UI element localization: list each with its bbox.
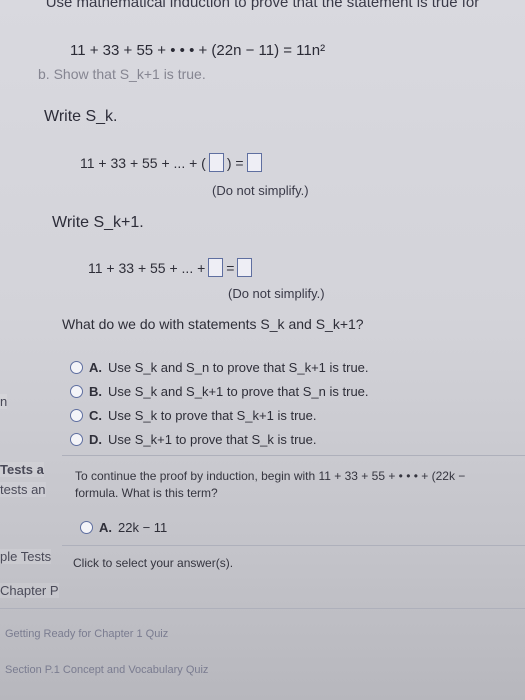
sk-mid: ) = [226, 154, 244, 171]
sk-note: (Do not simplify.) [212, 183, 309, 198]
sk1-sum-input[interactable] [237, 258, 253, 277]
option-d-text: Use S_k+1 to prove that S_k is true. [108, 432, 317, 447]
option-b[interactable]: B. Use S_k and S_k+1 to prove that S_n i… [70, 384, 369, 399]
option-a-text: Use S_k and S_n to prove that S_k+1 is t… [108, 360, 369, 375]
panel-divider-bottom [0, 608, 525, 609]
continue-radio-a[interactable] [80, 521, 93, 534]
continue-text-line1: To continue the proof by induction, begi… [75, 469, 466, 483]
statement-equation: 11 + 33 + 55 + • • • + (22n − 11) = 11n² [70, 42, 326, 59]
continue-option-a-letter: A. [99, 520, 112, 535]
status-divider-top [62, 545, 525, 546]
question-text: What do we do with statements S_k and S_… [62, 316, 364, 332]
option-a-letter: A. [89, 360, 102, 375]
option-b-letter: B. [89, 384, 102, 399]
option-d-letter: D. [89, 432, 102, 447]
sidebar-item-sample-tests[interactable]: ple Tests [0, 549, 52, 564]
sidebar-item-tests[interactable]: Tests a [0, 462, 44, 477]
radio-d[interactable] [70, 433, 83, 446]
sk-term-input[interactable] [208, 153, 224, 172]
sidebar-item-n[interactable]: n [0, 394, 8, 409]
option-c-text: Use S_k to prove that S_k+1 is true. [108, 408, 317, 423]
continue-text-line2: formula. What is this term? [75, 486, 218, 500]
option-c-letter: C. [89, 408, 102, 423]
status-text: Click to select your answer(s). [73, 556, 234, 570]
quiz-link-section-p1[interactable]: Section P.1 Concept and Vocabulary Quiz [5, 664, 208, 676]
sk-equation: 11 + 33 + 55 + ... + ( ) = [80, 153, 262, 172]
sidebar-item-tests-and[interactable]: tests an [0, 482, 46, 497]
option-c[interactable]: C. Use S_k to prove that S_k+1 is true. [70, 408, 316, 423]
sk1-term-input[interactable] [208, 258, 224, 277]
option-a[interactable]: A. Use S_k and S_n to prove that S_k+1 i… [70, 360, 369, 375]
continue-option-a[interactable]: A. 22k − 11 [80, 520, 167, 535]
sk1-note: (Do not simplify.) [228, 286, 325, 301]
option-b-text: Use S_k and S_k+1 to prove that S_n is t… [108, 384, 369, 399]
quiz-link-getting-ready[interactable]: Getting Ready for Chapter 1 Quiz [5, 628, 168, 640]
panel-divider [62, 455, 525, 456]
sk-sum-input[interactable] [246, 153, 262, 172]
radio-c[interactable] [70, 409, 83, 422]
problem-title: Use mathematical induction to prove that… [45, 0, 480, 11]
radio-b[interactable] [70, 385, 83, 398]
sk1-equation: 11 + 33 + 55 + ... + = [88, 258, 253, 277]
sk-lhs: 11 + 33 + 55 + ... + ( [80, 154, 206, 171]
radio-a[interactable] [70, 361, 83, 374]
step-b-text: b. Show that S_k+1 is true. [38, 66, 206, 82]
sk1-lhs: 11 + 33 + 55 + ... + [88, 259, 206, 276]
continue-option-a-text: 22k − 11 [118, 520, 168, 535]
write-sk1-label: Write S_k+1. [52, 214, 144, 231]
sk1-mid: = [226, 259, 235, 276]
sidebar-item-chapter-p[interactable]: Chapter P [0, 583, 59, 598]
write-sk-label: Write S_k. [44, 108, 118, 125]
option-d[interactable]: D. Use S_k+1 to prove that S_k is true. [70, 432, 316, 447]
